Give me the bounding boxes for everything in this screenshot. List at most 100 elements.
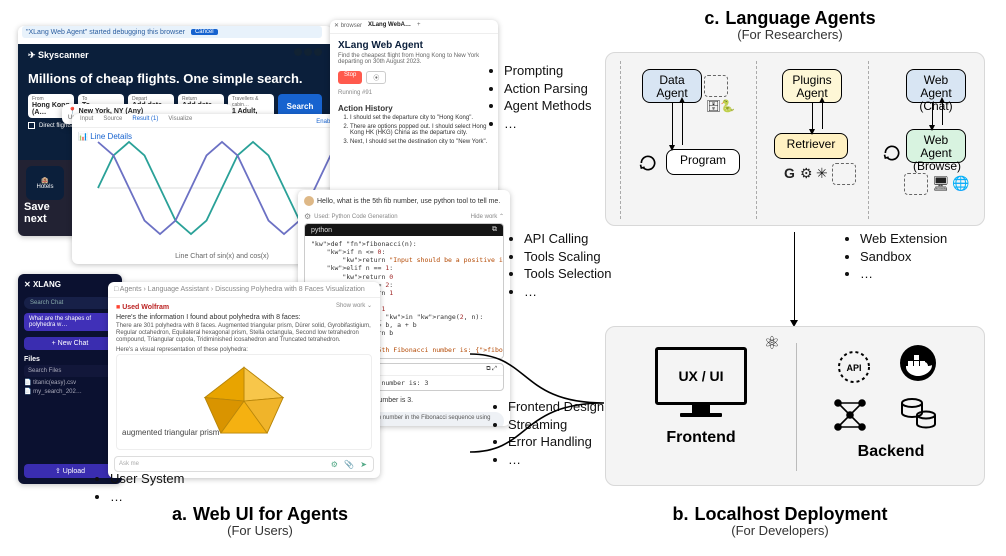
arrow-retriever-to-plugins bbox=[822, 103, 823, 129]
hotels-icon[interactable]: 🏨Hotels bbox=[26, 166, 64, 200]
xlang-logo: XLANG bbox=[18, 274, 122, 295]
arrow-webbrowse-to-webchat bbox=[942, 103, 943, 125]
frontend-caption: Frontend bbox=[606, 429, 796, 447]
poly-vizlead: Here's a visual representation of these … bbox=[116, 347, 372, 354]
panel-b-localhost: ⚛ UX / UI Frontend API bbox=[605, 326, 985, 486]
sky-headline: Millions of cheap flights. One simple se… bbox=[18, 67, 332, 94]
save-next-teaser: Savenext bbox=[24, 202, 50, 225]
monitor-icon: UX / UI bbox=[655, 347, 747, 423]
svg-text:API: API bbox=[846, 363, 861, 373]
code-lang-label: python bbox=[311, 227, 332, 234]
arrow-webchat-to-webbrowse bbox=[932, 103, 933, 125]
tool-slot bbox=[832, 163, 856, 185]
api-gear-icon: API bbox=[834, 347, 874, 387]
figure-root: "XLang Web Agent" started debugging this… bbox=[0, 0, 1006, 556]
backend-caption: Backend bbox=[796, 443, 986, 461]
bullets-webext: Web Extension Sandbox … bbox=[842, 230, 972, 283]
sky-window-dots bbox=[294, 48, 322, 56]
action-step: I should set the departure city to "Hong… bbox=[350, 115, 490, 121]
atom-icon: ⚛ bbox=[764, 333, 780, 354]
retriever-box: Retriever bbox=[774, 133, 848, 159]
loop-icon bbox=[638, 153, 658, 173]
chart-tabs: Input Source Result (1) Visualize Enable… bbox=[72, 114, 372, 128]
tool-wolfram-label: Used Wolfram bbox=[116, 304, 169, 311]
data-agent-box: DataAgent bbox=[642, 69, 702, 103]
dashed-separator bbox=[620, 61, 621, 219]
tab-result[interactable]: Result (1) bbox=[132, 116, 158, 125]
panel-c-language-agents: DataAgent PluginsAgent WebAgent(Chat) We… bbox=[605, 52, 985, 226]
tab-add[interactable]: + bbox=[417, 22, 421, 31]
stop-button[interactable]: Stop bbox=[338, 71, 362, 84]
arrow-data-to-program bbox=[672, 103, 673, 145]
checkbox-icon[interactable] bbox=[28, 122, 35, 129]
poly-caption: augmented triangular prism bbox=[122, 428, 219, 437]
show-work-toggle[interactable]: Show work ⌄ bbox=[336, 302, 372, 309]
bullets-prompting: Prompting Action Parsing Agent Methods … bbox=[486, 62, 596, 132]
agent-desc: Find the cheapest flight from Hong Kong … bbox=[330, 53, 498, 71]
hide-work-toggle[interactable]: Hide work ⌃ bbox=[471, 213, 504, 220]
database-icon: 🗄 bbox=[706, 99, 721, 113]
network-icon bbox=[830, 395, 870, 435]
agent-status: Running #91 bbox=[330, 90, 498, 100]
arrow-c-to-b bbox=[794, 232, 795, 320]
gear-icon: ⚙ bbox=[800, 165, 813, 182]
plugins-agent-box: PluginsAgent bbox=[782, 69, 842, 103]
sparkle-icon: ✳ bbox=[816, 165, 828, 182]
tool-used-label: ⚙Used: Python Code Generation bbox=[304, 212, 398, 221]
bullets-user-system: User System … bbox=[92, 470, 232, 505]
search-files-input[interactable]: Search Files bbox=[24, 365, 116, 377]
label-section-b: b.Localhost Deployment (For Developers) bbox=[610, 504, 950, 538]
action-step: There are options popped out. I should s… bbox=[350, 124, 490, 136]
bullets-api: API Calling Tools Scaling Tools Selectio… bbox=[506, 230, 616, 300]
debug-banner: "XLang Web Agent" started debugging this… bbox=[22, 26, 322, 38]
tab-input[interactable]: Input bbox=[80, 116, 93, 125]
tab-agent[interactable]: XLang WebA… bbox=[368, 22, 411, 31]
breadcrumb: □ Agents › Language Assistant › Discussi… bbox=[108, 282, 380, 298]
label-section-a: a.Web UI for Agents (For Users) bbox=[130, 504, 390, 538]
uxui-label: UX / UI bbox=[655, 347, 747, 405]
tab-browser[interactable]: ✕ browser bbox=[334, 22, 362, 31]
docker-icon bbox=[898, 343, 938, 383]
chat-input-icons[interactable]: ⚙ 📎 ➤ bbox=[331, 460, 369, 469]
label-section-c: c.Language Agents (For Researchers) bbox=[640, 8, 940, 42]
python-icon: 🐍 bbox=[720, 99, 735, 113]
new-chat-button[interactable]: + New Chat bbox=[24, 337, 116, 350]
tab-visualize[interactable]: Visualize bbox=[168, 116, 192, 125]
poly-lead: Here's the information I found about pol… bbox=[116, 314, 372, 321]
files-label: Files bbox=[24, 356, 116, 363]
copy-code-button[interactable]: ⧉ bbox=[492, 226, 497, 234]
backend-half: API Backend bbox=[796, 335, 986, 479]
search-chat-input[interactable]: Search Chat bbox=[24, 297, 116, 309]
google-icon: G bbox=[784, 165, 795, 181]
tool-slot bbox=[704, 75, 728, 97]
web-agent-browse-box: WebAgent(Browse) bbox=[906, 129, 966, 163]
action-history-list: I should set the departure city to "Hong… bbox=[330, 115, 498, 145]
gear-icon: ⚙ bbox=[304, 212, 311, 221]
file-item[interactable]: titanic(easy).csv bbox=[24, 379, 116, 386]
database-stack-icon bbox=[898, 393, 938, 433]
action-step: Next, I should set the destination city … bbox=[350, 139, 490, 145]
agent-title: XLang Web Agent bbox=[330, 34, 498, 53]
dashed-separator bbox=[868, 61, 869, 219]
arrow-plugins-to-retriever bbox=[812, 103, 813, 129]
tool-slot bbox=[904, 173, 928, 195]
arrow-program-to-data bbox=[682, 103, 683, 145]
xlang-sidebar: XLANG Search Chat What are the shapes of… bbox=[18, 274, 122, 484]
record-button[interactable]: ⦿ bbox=[366, 71, 386, 84]
program-box: Program bbox=[666, 149, 740, 175]
user-message: Hello, what is the 5th fib number, use p… bbox=[298, 190, 510, 210]
sky-brand: Skyscanner bbox=[18, 44, 332, 67]
user-avatar-icon bbox=[304, 196, 314, 206]
tab-source[interactable]: Source bbox=[103, 116, 122, 125]
chat-history-item[interactable]: What are the shapes of polyhedra w… bbox=[24, 313, 116, 331]
action-history-title: Action History bbox=[330, 100, 498, 115]
debug-cancel-button[interactable]: Cancel bbox=[191, 29, 218, 35]
frontend-half: ⚛ UX / UI Frontend bbox=[606, 335, 796, 479]
file-item[interactable]: my_search_202… bbox=[24, 388, 116, 395]
polyhedra-card: □ Agents › Language Assistant › Discussi… bbox=[108, 282, 380, 478]
poly-body: There are 301 polyhedra with 8 faces. Au… bbox=[116, 323, 372, 345]
debug-banner-text: "XLang Web Agent" started debugging this… bbox=[26, 29, 185, 36]
dashed-separator bbox=[756, 61, 757, 219]
monitor-icon: 🖥 bbox=[932, 175, 950, 192]
loop-icon bbox=[882, 143, 902, 163]
